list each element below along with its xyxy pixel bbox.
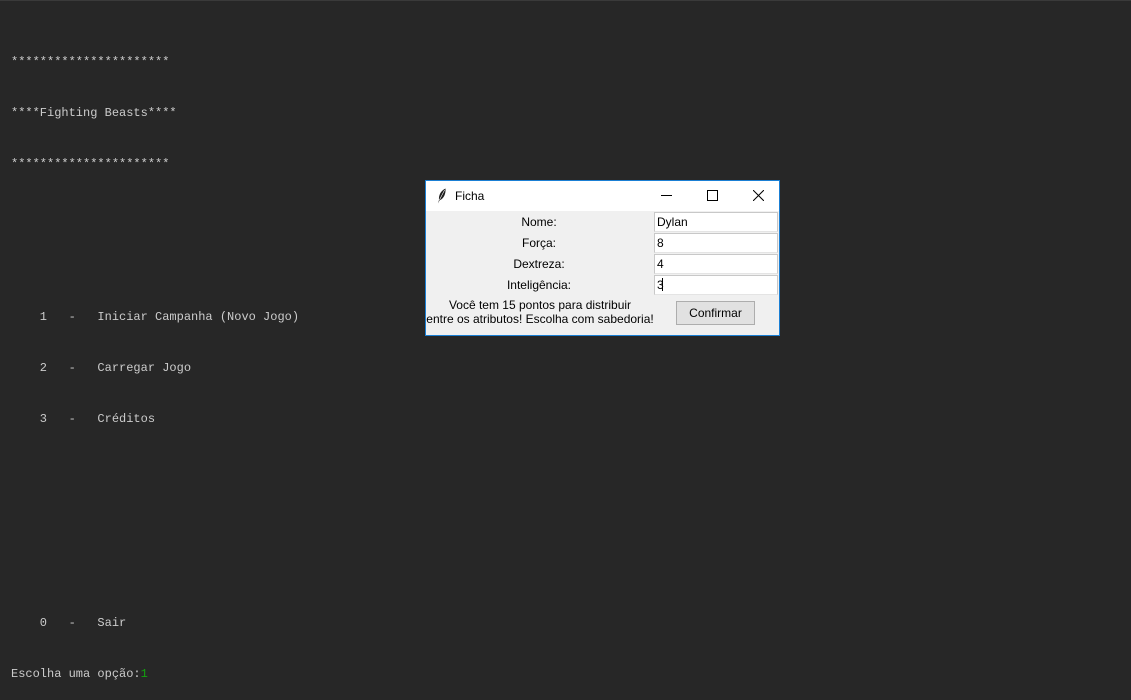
title-bar[interactable]: Ficha	[426, 181, 779, 211]
maximize-button[interactable]	[690, 181, 736, 211]
console-prompt-line[interactable]: Escolha uma opção:1	[11, 666, 299, 683]
info-message-line: entre os atributos! Escolha com sabedori…	[426, 312, 654, 326]
strength-field[interactable]: 8	[654, 233, 778, 253]
terminal-top-border	[0, 0, 1131, 1]
close-button[interactable]	[736, 181, 782, 211]
maximize-icon	[707, 190, 718, 201]
dexterity-label: Dextreza:	[513, 257, 565, 271]
name-label: Nome:	[521, 215, 557, 229]
menu-option-credits: 3 - Créditos	[11, 412, 156, 426]
terminal-output: ********************** ****Fighting Beas…	[11, 20, 299, 700]
menu-option-new-game: 1 - Iniciar Campanha (Novo Jogo)	[11, 310, 300, 324]
menu-option-load-game: 2 - Carregar Jogo	[11, 361, 192, 375]
info-message: Você tem 15 pontos para distribuir entre…	[426, 298, 654, 326]
text-caret	[661, 278, 663, 291]
info-message-line: Você tem 15 pontos para distribuir	[448, 298, 632, 312]
console-prompt: Escolha uma opção:	[11, 667, 141, 681]
close-icon	[753, 190, 764, 201]
intelligence-label: Inteligência:	[506, 278, 572, 292]
console-title: ****Fighting Beasts****	[11, 106, 177, 120]
feather-icon	[438, 188, 446, 204]
menu-option-exit: 0 - Sair	[11, 616, 127, 630]
console-line: **********************	[11, 55, 170, 69]
intelligence-field[interactable]: 3	[654, 275, 778, 295]
ficha-dialog: Ficha Nome: Dylan Força: 8 Dextreza: 4 I…	[425, 180, 780, 336]
console-line: **********************	[11, 157, 170, 171]
dexterity-field[interactable]: 4	[654, 254, 778, 274]
confirm-button[interactable]: Confirmar	[676, 301, 755, 325]
window-title: Ficha	[455, 189, 485, 203]
strength-label: Força:	[521, 236, 556, 250]
minimize-button[interactable]	[644, 181, 690, 211]
name-field[interactable]: Dylan	[654, 212, 778, 232]
minimize-icon	[661, 195, 672, 196]
console-input-value[interactable]: 1	[141, 667, 148, 681]
